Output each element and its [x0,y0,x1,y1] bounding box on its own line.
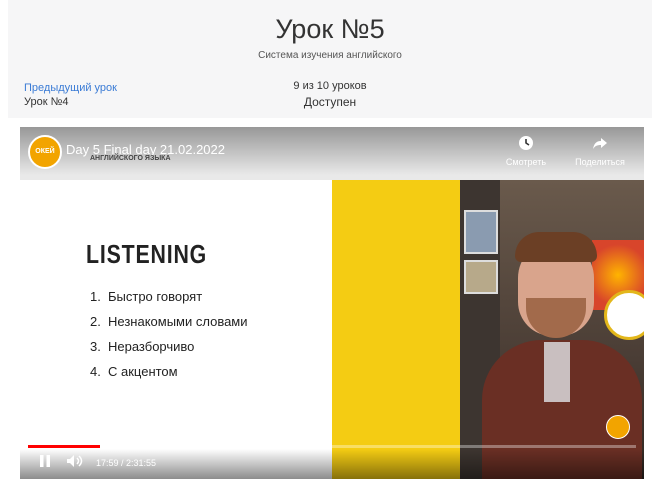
lesson-status: Доступен [303,95,357,109]
video-player[interactable]: LISTENING 1. Быстро говорят 2. Незнакомыми… [20,127,644,479]
slide-list-item: 3. Неразборчиво [90,339,195,354]
course-subtitle: АНГЛИЙСКОГО ЯЗЫКА [90,155,171,162]
slide-list-item: 4. С акцентом [90,364,178,379]
slide-yellow-panel [332,180,460,479]
video-controls: 17:59 / 2:31:55 [20,449,644,479]
share-label: Поделиться [575,157,625,167]
share-icon [570,135,630,157]
watch-later-button[interactable]: Смотреть [496,135,556,167]
progress-fill [28,445,100,448]
slide-list-item: 1. Быстро говорят [90,289,203,304]
slide-list-item: 2. Незнакомыми словами [90,314,248,329]
slide-heading: LISTENING [86,239,208,269]
lesson-counter: 9 из 10 уроков [293,80,367,92]
time-display: 17:59 / 2:31:55 [96,458,157,468]
share-button[interactable]: Поделиться [570,135,630,167]
previous-lesson-name: Урок №4 [24,96,69,108]
progress-bar[interactable] [28,445,636,448]
page-subtitle: Система изучения английского [258,50,402,61]
page-title: Урок №5 [275,14,385,44]
channel-watermark[interactable] [606,415,630,439]
slide-list: 1. Быстро говорят 2. Незнакомыми словами 3… [90,289,248,389]
pause-icon[interactable] [38,454,52,471]
channel-logo[interactable]: ОКЕЙ [28,135,62,169]
watch-later-label: Смотреть [505,157,547,167]
previous-lesson-link[interactable]: Предыдущий урок [24,82,117,94]
volume-icon[interactable] [66,454,84,471]
clock-icon [496,135,556,157]
